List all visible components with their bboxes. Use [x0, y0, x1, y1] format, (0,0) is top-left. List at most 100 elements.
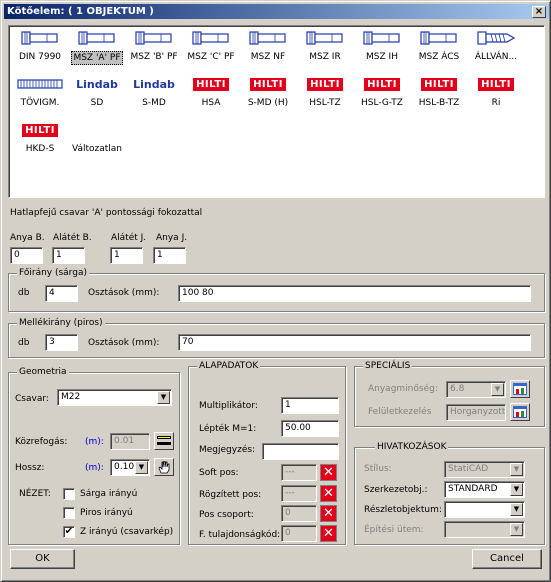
anya-b-label: Anya B. — [10, 233, 45, 243]
chevron-down-icon[interactable]: ▼ — [510, 463, 523, 476]
leptek-field[interactable]: 50.00 — [281, 420, 339, 437]
catalog-item[interactable]: MSZ 'A' PF — [69, 28, 125, 70]
reszletobjektum-label: Részletobjektum: — [364, 505, 442, 515]
catalog-item[interactable]: MSZ 'B' PF — [126, 28, 182, 70]
catalog-item[interactable]: DIN 7990 — [12, 28, 68, 70]
mellekirany-legend: Mellékirány (piros) — [17, 317, 105, 329]
catalog-item[interactable]: HILTI HSL-TZ — [297, 74, 353, 116]
cancel-button[interactable]: Cancel — [472, 549, 542, 569]
soft-pos-label: Soft pos: — [199, 468, 239, 478]
z-iranyu-checkbox[interactable]: ✔ — [63, 526, 75, 538]
multiplikator-field[interactable]: 1 — [281, 397, 339, 414]
close-icon: × — [534, 6, 544, 17]
soft-pos-field[interactable]: --- — [281, 464, 317, 481]
pick-hand-button[interactable] — [154, 458, 174, 476]
catalog-item-label: HSL-B-TZ — [418, 98, 460, 108]
chevron-down-icon[interactable]: ▼ — [135, 461, 148, 474]
catalog-item-label: S-MD — [142, 98, 166, 108]
catalog-item[interactable]: HILTI S-MD (H) — [240, 74, 296, 116]
bolt-icon — [297, 28, 353, 48]
epitesi-utem-label: Építési ütem: — [364, 525, 424, 535]
mellekirany-osztasok-field[interactable]: 70 — [178, 334, 531, 351]
lindab-icon: Lindab — [69, 74, 125, 94]
piros-iranyu-label: Piros irányú — [80, 508, 133, 518]
reszletobjektum-select[interactable]: ▼ — [444, 501, 525, 518]
piros-iranyu-checkbox[interactable] — [63, 507, 75, 519]
catalog-item[interactable]: HILTI Ri — [468, 74, 524, 116]
szerkezetobj-select[interactable]: STANDARD ▼ — [444, 481, 525, 498]
f-tulajdonsagkod-clear-button[interactable]: ✕ — [320, 525, 337, 542]
feluletkezeles-field[interactable]: Horganyzott — [446, 404, 506, 421]
catalog-item[interactable]: MSZ 'C' PF — [183, 28, 239, 70]
anyagminoseg-select[interactable]: 6.8 ▼ — [446, 381, 506, 398]
pos-csoport-label: Pos csoport: — [199, 510, 254, 520]
kozrefogas-field[interactable]: 0.01 — [110, 433, 150, 450]
anya-j-field[interactable]: 1 — [153, 247, 186, 264]
hossz-select[interactable]: 0.10 ▼ — [110, 459, 150, 476]
pos-csoport-field[interactable]: 0 — [281, 505, 317, 522]
multiplikator-label: Multiplikátor: — [199, 401, 258, 411]
csavar-value: M22 — [61, 392, 81, 402]
none-icon — [69, 120, 125, 140]
hivatkozasok-group: HIVATKOZÁSOK Stílus: StatiCAD ▼ Szerkeze… — [354, 441, 545, 545]
foirany-osztasok-field[interactable]: 100 80 — [178, 285, 531, 302]
ok-button[interactable]: OK — [10, 549, 75, 569]
chevron-down-icon[interactable]: ▼ — [491, 383, 504, 396]
catalog-item-label: MSZ IR — [309, 52, 341, 62]
csavar-select[interactable]: M22 ▼ — [57, 389, 172, 406]
stilus-label: Stílus: — [364, 464, 392, 474]
pos-csoport-clear-button[interactable]: ✕ — [320, 505, 337, 522]
feluletkezeles-edit-button[interactable] — [510, 403, 530, 421]
hilti-logo: HILTI — [250, 77, 286, 91]
csavar-label: Csavar: — [15, 394, 49, 404]
measure-button[interactable] — [154, 432, 174, 450]
chevron-down-icon[interactable]: ▼ — [510, 523, 523, 536]
hilti-logo: HILTI — [307, 77, 343, 91]
bolt-icon — [12, 28, 68, 48]
catalog-item[interactable]: MSZ NF — [240, 28, 296, 70]
hilti-icon: HILTI — [183, 74, 239, 94]
catalog-item[interactable]: MSZ ÁCS — [411, 28, 467, 70]
catalog-item[interactable]: HILTI HSA — [183, 74, 239, 116]
catalog-item[interactable]: HILTI HKD-S — [12, 120, 68, 162]
chevron-down-icon[interactable]: ▼ — [157, 391, 170, 404]
catalog-item-label: HSL-TZ — [309, 98, 341, 108]
anya-b-field[interactable]: 0 — [10, 247, 43, 264]
megjegyzes-field[interactable] — [262, 443, 339, 460]
foirany-db-field[interactable]: 4 — [45, 285, 78, 302]
rogzitett-pos-field[interactable]: --- — [281, 485, 317, 502]
catalog-item[interactable]: HILTI HSL-B-TZ — [411, 74, 467, 116]
rogzitett-pos-clear-button[interactable]: ✕ — [320, 485, 337, 502]
catalog-item[interactable]: MSZ IR — [297, 28, 353, 70]
catalog-item-label: MSZ 'B' PF — [130, 52, 178, 62]
chevron-down-icon[interactable]: ▼ — [510, 483, 523, 496]
mellekirany-group: Mellékirány (piros) db 3 Osztások (mm): … — [8, 317, 545, 358]
feluletkezeles-label: Felületkezelés — [368, 407, 432, 417]
epitesi-utem-select[interactable]: ▼ — [444, 521, 525, 538]
hilti-icon: HILTI — [12, 120, 68, 140]
lindab-logo: Lindab — [133, 77, 175, 91]
kozrefogas-label: Közrefogás: — [15, 437, 68, 447]
foirany-osztasok-label: Osztások (mm): — [88, 288, 160, 298]
alatet-b-field[interactable]: 1 — [52, 247, 85, 264]
catalog-item[interactable]: Lindab S-MD — [126, 74, 182, 116]
f-tulajdonsagkod-field[interactable]: 0 — [281, 525, 317, 542]
catalog-item[interactable]: HILTI HSL-G-TZ — [354, 74, 410, 116]
mellekirany-osztasok-label: Osztások (mm): — [88, 338, 160, 348]
anyagminoseg-edit-button[interactable] — [510, 380, 530, 398]
stilus-select[interactable]: StatiCAD ▼ — [444, 461, 525, 478]
catalog-item-label: MSZ NF — [250, 52, 286, 62]
fastener-catalog-list[interactable]: DIN 7990 MSZ 'A' PF MSZ 'B' PF MSZ 'C' PF MS… — [8, 25, 545, 198]
mellekirany-db-field[interactable]: 3 — [45, 334, 78, 351]
catalog-item[interactable]: MSZ IH — [354, 28, 410, 70]
chevron-down-icon[interactable]: ▼ — [510, 503, 523, 516]
catalog-item[interactable]: ÁLLVÁN... — [468, 28, 524, 70]
catalog-item[interactable]: Változatlan — [69, 120, 125, 162]
sarga-iranyu-checkbox[interactable] — [63, 488, 75, 500]
catalog-item-label: S-MD (H) — [247, 98, 289, 108]
catalog-item[interactable]: TÖVIGM. — [12, 74, 68, 116]
alatet-j-field[interactable]: 1 — [110, 247, 143, 264]
catalog-item[interactable]: Lindab SD — [69, 74, 125, 116]
close-button[interactable]: × — [532, 6, 546, 18]
soft-pos-clear-button[interactable]: ✕ — [320, 464, 337, 481]
